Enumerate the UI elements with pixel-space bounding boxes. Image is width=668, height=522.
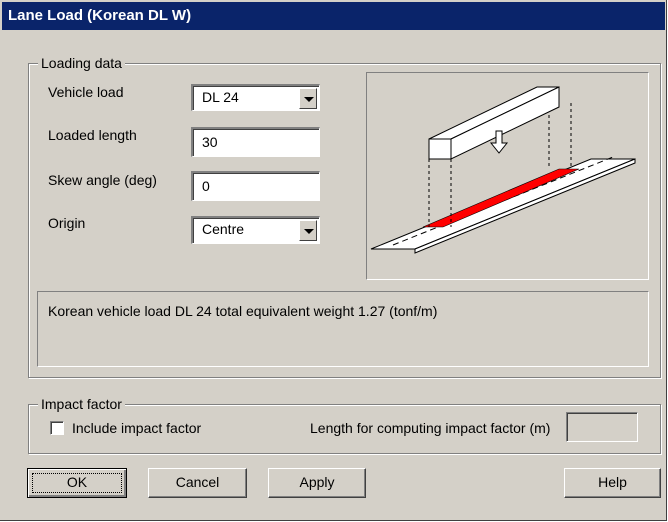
ok-button[interactable]: OK <box>27 468 127 498</box>
help-button[interactable]: Help <box>564 468 661 498</box>
include-impact-factor-label[interactable]: Include impact factor <box>72 419 201 437</box>
origin-combo[interactable]: Centre <box>191 216 320 244</box>
impact-factor-legend: Impact factor <box>38 396 125 412</box>
chevron-down-icon <box>304 229 314 234</box>
skew-angle-input[interactable]: 0 <box>191 171 320 201</box>
include-impact-factor-checkbox[interactable] <box>50 421 64 435</box>
lane-load-dialog: Lane Load (Korean DL W) Loading data Veh… <box>0 0 667 521</box>
road-slab-edge <box>414 158 636 254</box>
info-box: Korean vehicle load DL 24 total equivale… <box>37 291 649 367</box>
loaded-length-input[interactable]: 30 <box>191 127 320 157</box>
loaded-length-label: Loaded length <box>48 127 137 143</box>
lane-load-diagram <box>366 72 649 280</box>
apply-button[interactable]: Apply <box>268 468 366 498</box>
info-text: Korean vehicle load DL 24 total equivale… <box>48 303 438 319</box>
load-bar-front <box>428 138 452 160</box>
lane-load-illustration <box>370 86 636 254</box>
vehicle-load-combo[interactable]: DL 24 <box>191 84 320 111</box>
road-slab <box>370 158 636 250</box>
vehicle-load-label: Vehicle load <box>48 84 124 100</box>
focus-rectangle <box>32 473 122 493</box>
loading-data-legend: Loading data <box>38 55 125 71</box>
chevron-down-icon <box>304 97 314 102</box>
origin-label: Origin <box>48 215 86 231</box>
window-title: Lane Load (Korean DL W) <box>8 7 192 24</box>
cancel-button[interactable]: Cancel <box>148 468 247 498</box>
vehicle-load-value: DL 24 <box>202 89 239 105</box>
skew-angle-label: Skew angle (deg) <box>48 172 157 188</box>
vehicle-load-dropdown-button[interactable] <box>299 88 317 109</box>
impact-length-label: Length for computing impact factor (m) <box>310 420 551 436</box>
origin-value: Centre <box>202 221 245 237</box>
origin-dropdown-button[interactable] <box>299 220 317 241</box>
impact-length-input[interactable] <box>566 412 638 442</box>
title-bar[interactable]: Lane Load (Korean DL W) <box>2 2 665 30</box>
